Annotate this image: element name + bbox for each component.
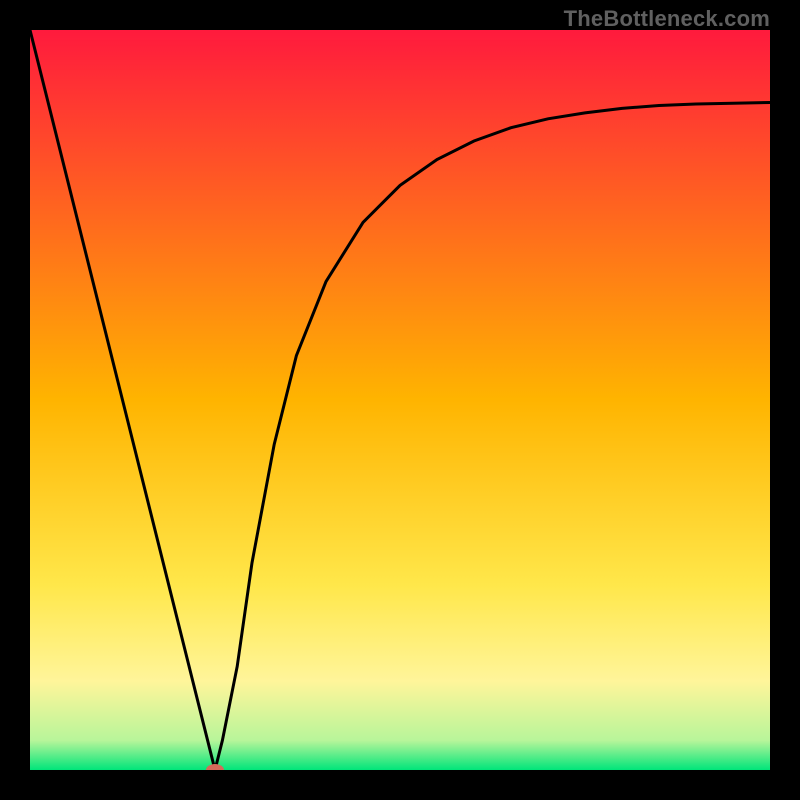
gradient-background xyxy=(30,30,770,770)
plot-area xyxy=(30,30,770,770)
chart-svg xyxy=(30,30,770,770)
chart-frame: TheBottleneck.com xyxy=(0,0,800,800)
watermark-text: TheBottleneck.com xyxy=(564,6,770,32)
